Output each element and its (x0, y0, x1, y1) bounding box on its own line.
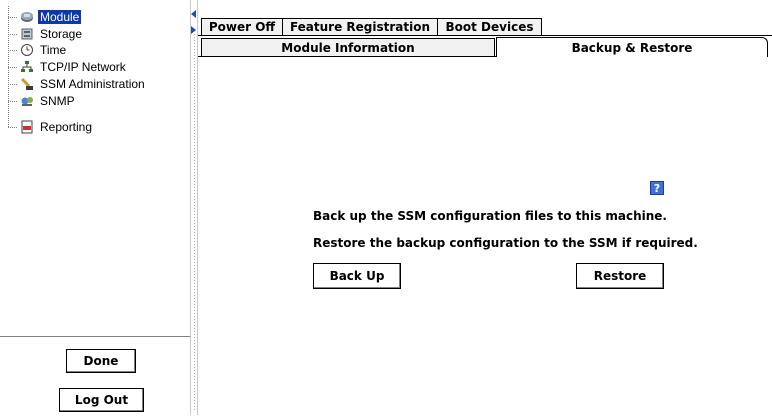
reporting-icon (20, 120, 34, 134)
storage-icon (20, 27, 34, 41)
tree-item-label: Reporting (40, 120, 93, 134)
tree-item-reporting[interactable]: Reporting (8, 120, 94, 134)
tab-module-information[interactable]: Module Information (201, 38, 495, 56)
help-icon[interactable]: ? (650, 181, 664, 195)
restore-button[interactable]: Restore (576, 263, 664, 289)
backup-button[interactable]: Back Up (313, 263, 401, 289)
tab-panel-top-border (198, 56, 496, 57)
splitter-grip (193, 30, 196, 410)
left-action-panel: Done Log Out (0, 336, 190, 416)
restore-description: Restore the backup configuration to the … (313, 236, 698, 250)
tree-item-label: TCP/IP Network (40, 60, 126, 74)
logout-button[interactable]: Log Out (59, 388, 144, 412)
backup-description: Back up the SSM configuration files to t… (313, 209, 667, 223)
panel-splitter[interactable] (190, 0, 198, 415)
tree-item-label: SNMP (40, 94, 75, 108)
tab-boot-devices[interactable]: Boot Devices (437, 18, 542, 35)
tab-power-off[interactable]: Power Off (201, 18, 283, 35)
admin-icon (20, 77, 34, 91)
done-button[interactable]: Done (66, 349, 136, 373)
tree-item-label: Storage (40, 27, 83, 41)
tab-backup-restore[interactable]: Backup & Restore (496, 37, 768, 57)
tree-item-snmp[interactable]: SNMP (8, 94, 77, 108)
tree-item-label: Time (40, 43, 67, 57)
tree-item-storage[interactable]: Storage (8, 27, 84, 41)
clock-icon (20, 43, 34, 57)
tree-item-ssm-administration[interactable]: SSM Administration (8, 77, 147, 91)
tree-item-label: SSM Administration (40, 77, 145, 91)
tab-row-separator (198, 35, 772, 36)
snmp-icon (20, 94, 34, 108)
tree-item-time[interactable]: Time (8, 43, 68, 57)
module-icon (20, 10, 34, 24)
tree-item-module[interactable]: Module (8, 10, 82, 24)
navigation-tree: Module Storage Time TCP/IP Network SSM A… (0, 0, 190, 336)
tree-item-tcpip-network[interactable]: TCP/IP Network (8, 60, 128, 74)
collapse-left-arrow-icon[interactable] (191, 10, 196, 18)
tree-item-label: Module (38, 10, 82, 24)
network-icon (20, 60, 34, 74)
tab-feature-registration[interactable]: Feature Registration (282, 18, 438, 35)
